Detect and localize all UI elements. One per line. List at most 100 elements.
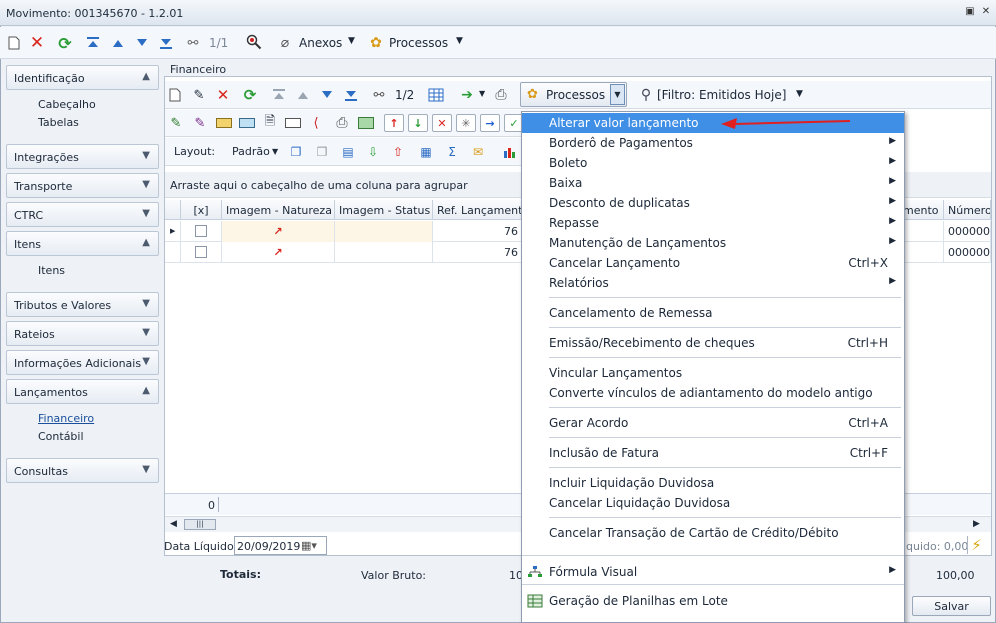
filter-button[interactable]: [Filtro: Emitidos Hoje] [657, 88, 786, 102]
columns-icon[interactable]: ▦ [417, 143, 435, 161]
menu-item-bordero[interactable]: Borderô de Pagamentos ▶ [522, 133, 904, 153]
printer-icon[interactable]: ⎙ [333, 114, 351, 132]
first-record-icon[interactable] [84, 34, 102, 52]
refresh-icon[interactable]: ⟳ [56, 34, 74, 53]
cancel-red-icon[interactable]: ✕ [432, 114, 452, 132]
close-window-icon[interactable]: ✕ [980, 6, 992, 18]
menu-item-cancelamento-remessa[interactable]: Cancelamento de Remessa [522, 303, 904, 323]
sidebar-group-identificacao[interactable]: Identificação ▲ [6, 65, 159, 90]
menu-item-manutencao[interactable]: Manutenção de Lançamentos ▶ [522, 233, 904, 253]
document-icon[interactable]: 🗎 [261, 114, 279, 132]
processos-dropdown-icon[interactable]: ▼ [610, 84, 625, 105]
save-button[interactable]: Salvar [912, 596, 991, 616]
sidebar-item-contabil[interactable]: Contábil [38, 430, 84, 443]
approve-pen-icon[interactable]: ✎ [167, 114, 185, 132]
new-icon[interactable] [166, 86, 184, 104]
sidebar-group-ctrc[interactable]: CTRC ▼ [6, 202, 159, 227]
sidebar-group-lancamentos[interactable]: Lançamentos ▲ [6, 379, 159, 404]
column-natureza[interactable]: Imagem - Natureza [222, 200, 335, 220]
sidebar-item-cabecalho[interactable]: Cabeçalho [38, 98, 96, 111]
menu-item-cheques[interactable]: Emissão/Recebimento de cheques Ctrl+H [522, 333, 904, 353]
binoculars-icon[interactable]: ⚯ [370, 86, 388, 104]
export-green-icon[interactable] [357, 114, 375, 132]
share-icon[interactable]: ⟨ [307, 114, 325, 132]
menu-item-repasse[interactable]: Repasse ▶ [522, 213, 904, 233]
upload-layout-icon[interactable]: ⇧ [389, 143, 407, 161]
download-layout-icon[interactable]: ⇩ [364, 143, 382, 161]
new-document-icon[interactable] [5, 34, 23, 52]
grid-icon[interactable] [427, 86, 445, 104]
previous-record-icon[interactable] [294, 86, 312, 104]
sidebar-group-informacoes[interactable]: Informações Adicionais ▼ [6, 350, 159, 375]
edit-icon[interactable]: ✎ [190, 86, 208, 104]
menu-item-cancelar-lancamento[interactable]: Cancelar Lançamento Ctrl+X [522, 253, 904, 273]
menu-item-baixa[interactable]: Baixa ▶ [522, 173, 904, 193]
calendar-icon[interactable]: ▦▾ [301, 539, 317, 552]
arrow-right-blue-icon[interactable]: → [480, 114, 500, 132]
scroll-left-icon[interactable]: ◀ [170, 519, 177, 529]
anexos-button[interactable]: Anexos [299, 36, 342, 50]
restore-icon[interactable]: ▣ [964, 6, 976, 18]
next-record-icon[interactable] [133, 34, 151, 52]
delete-icon[interactable]: ✕ [214, 86, 232, 104]
binoculars-icon[interactable]: ⚯ [184, 34, 202, 52]
menu-item-boleto[interactable]: Boleto ▶ [522, 153, 904, 173]
sum-icon[interactable]: Σ [443, 143, 461, 161]
sidebar-group-tributos[interactable]: Tributos e Valores ▼ [6, 292, 159, 317]
last-record-icon[interactable] [342, 86, 360, 104]
payment-icon[interactable] [238, 114, 256, 132]
save-layout-icon[interactable]: ❐ [313, 143, 331, 161]
anexos-dropdown-icon[interactable]: ▼ [348, 36, 355, 46]
sidebar-group-consultas[interactable]: Consultas ▼ [6, 458, 159, 483]
row-checkbox-cell[interactable] [181, 242, 222, 263]
column-ref-lancamento[interactable]: Ref. Lançamento [433, 200, 523, 220]
menu-item-converte-vinculos[interactable]: Converte vínculos de adiantamento do mod… [522, 383, 904, 403]
next-record-icon[interactable] [318, 86, 336, 104]
chart-icon[interactable] [501, 143, 519, 161]
export-icon[interactable]: ➔ [458, 86, 476, 104]
menu-item-relatorios[interactable]: Relatórios ▶ [522, 273, 904, 293]
card-icon[interactable] [215, 114, 233, 132]
first-record-icon[interactable] [270, 86, 288, 104]
processos-menu-button[interactable]: ✿ Processos ▼ [520, 82, 627, 107]
scroll-thumb[interactable]: ||| [184, 519, 216, 530]
row-checkbox[interactable] [195, 225, 207, 237]
ticket-icon[interactable] [284, 114, 302, 132]
sidebar-item-financeiro[interactable]: Financeiro [38, 412, 94, 425]
menu-item-gerar-acordo[interactable]: Gerar Acordo Ctrl+A [522, 413, 904, 433]
row-checkbox[interactable] [195, 246, 207, 258]
note-icon[interactable]: ✉ [469, 143, 487, 161]
arrow-up-red-icon[interactable]: ↑ [384, 114, 404, 132]
delete-icon[interactable]: ✕ [28, 33, 46, 53]
menu-item-cancelar-cartao[interactable]: Cancelar Transação de Cartão de Crédito/… [522, 523, 904, 543]
lightning-icon[interactable]: ⚡ [967, 536, 985, 554]
asterisk-icon[interactable]: ✳ [456, 114, 476, 132]
menu-item-desconto[interactable]: Desconto de duplicatas ▶ [522, 193, 904, 213]
menu-item-formula-visual[interactable]: Fórmula Visual ▶ [522, 562, 904, 582]
sidebar-group-integracoes[interactable]: Integrações ▼ [6, 144, 159, 169]
reject-pen-icon[interactable]: ✎ [191, 114, 209, 132]
column-select[interactable]: [x] [181, 200, 222, 220]
copy-layout-icon[interactable]: ❐ [287, 143, 305, 161]
menu-item-incluir-liquidacao[interactable]: Incluir Liquidação Duvidosa [522, 473, 904, 493]
processos-button[interactable]: Processos [389, 36, 448, 50]
menu-item-cancelar-liquidacao[interactable]: Cancelar Liquidação Duvidosa [522, 493, 904, 513]
layout-select[interactable]: Padrão [232, 145, 270, 158]
column-status[interactable]: Imagem - Status [335, 200, 433, 220]
scroll-right-icon[interactable]: ▶ [973, 519, 980, 529]
sidebar-group-transporte[interactable]: Transporte ▼ [6, 173, 159, 198]
table-layout-icon[interactable]: ▤ [339, 143, 357, 161]
layout-dropdown-icon[interactable]: ▼ [272, 147, 278, 156]
data-liquido-field[interactable]: 20/09/2019 ▦▾ [234, 536, 327, 555]
zoom-icon[interactable] [245, 33, 263, 51]
sidebar-item-tabelas[interactable]: Tabelas [38, 116, 79, 129]
export-dropdown-icon[interactable]: ▼ [479, 89, 485, 98]
filter-dropdown-icon[interactable]: ▼ [796, 89, 803, 99]
column-lancamento[interactable]: mento [899, 200, 944, 220]
sidebar-group-rateios[interactable]: Rateios ▼ [6, 321, 159, 346]
column-numero[interactable]: Número [944, 200, 991, 220]
filter-icon[interactable]: ⚲ [637, 86, 655, 104]
refresh-icon[interactable]: ⟳ [241, 86, 259, 104]
processos-dropdown-icon[interactable]: ▼ [456, 36, 463, 46]
printer-icon[interactable]: ⎙ [492, 86, 510, 104]
